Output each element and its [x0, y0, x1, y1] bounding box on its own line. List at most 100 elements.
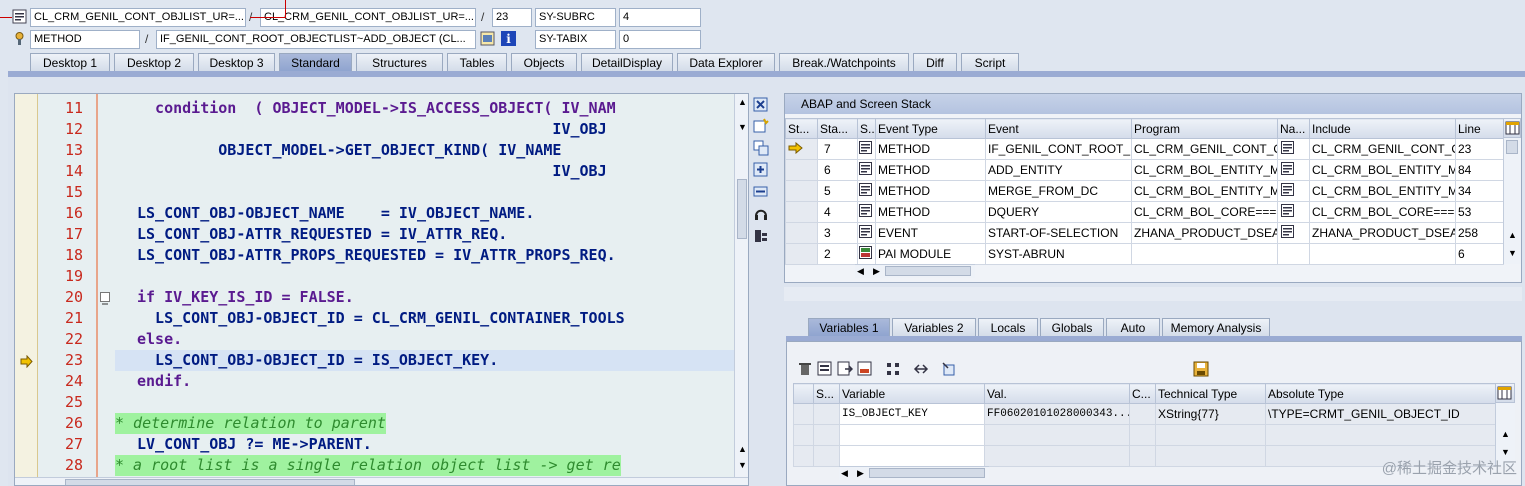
navigate-icon[interactable]: [1281, 141, 1294, 157]
var-tab-globals[interactable]: Globals: [1040, 318, 1104, 337]
scroll-left-arrow[interactable]: ◀: [841, 468, 848, 479]
variables-column-header[interactable]: S...: [813, 383, 840, 404]
code-vertical-scrollbar[interactable]: ▲ ▼ ▲ ▼: [734, 94, 748, 477]
stack-navigate-cell[interactable]: [1277, 201, 1310, 223]
code-line[interactable]: 15: [15, 182, 748, 203]
stack-column-header[interactable]: St...: [785, 118, 818, 139]
variables-column-header[interactable]: Absolute Type: [1265, 383, 1496, 404]
tab-desktop-2[interactable]: Desktop 2: [114, 53, 194, 72]
row-selector[interactable]: [793, 445, 814, 467]
stack-row[interactable]: 3 EVENT START-OF-SELECTION ZHANA_PRODUCT_DS…: [785, 222, 1504, 244]
code-line[interactable]: 26 * determine relation to parent: [15, 413, 748, 434]
pointer-tool-icon[interactable]: [941, 361, 957, 377]
var-tab-locals[interactable]: Locals: [978, 318, 1038, 337]
code-line[interactable]: 17 LS_CONT_OBJ-ATTR_REQUESTED = IV_ATTR_R…: [15, 224, 748, 245]
navigate-icon[interactable]: [1281, 225, 1294, 241]
scroll-thumb[interactable]: [869, 468, 985, 478]
stack-navigate-cell[interactable]: [1277, 159, 1310, 181]
tab-detaildisplay[interactable]: DetailDisplay: [581, 53, 673, 72]
stack-column-header[interactable]: Line: [1455, 118, 1504, 139]
code-line[interactable]: 20 if IV_KEY_IS_ID = FALSE.: [15, 287, 748, 308]
row-selector[interactable]: [793, 403, 814, 425]
fold-toggle-icon[interactable]: [100, 292, 110, 305]
code-line[interactable]: 19: [15, 266, 748, 287]
navigate-icon[interactable]: [1281, 204, 1294, 220]
scroll-down-arrow[interactable]: ▼: [1501, 447, 1510, 457]
code-line[interactable]: 24 endif.: [15, 371, 748, 392]
code-line[interactable]: 12 IV_OBJ: [15, 119, 748, 140]
line-field[interactable]: 23: [492, 8, 532, 27]
swap-tool-icon[interactable]: [753, 140, 769, 156]
variables-horizontal-scrollbar[interactable]: ◀ ▶: [839, 466, 989, 480]
navigate-tool-icon[interactable]: [913, 361, 929, 377]
code-line[interactable]: 14 IV_OBJ: [15, 161, 748, 182]
event-name-field[interactable]: IF_GENIL_CONT_ROOT_OBJECTLIST~ADD_OBJECT…: [156, 30, 476, 49]
stack-navigate-cell[interactable]: [1277, 180, 1310, 202]
stack-row[interactable]: 6 METHOD ADD_ENTITY CL_CRM_BOL_ENTITY_M... C…: [785, 159, 1504, 181]
code-line[interactable]: 25: [15, 392, 748, 413]
code-horizontal-scrollbar[interactable]: [15, 477, 748, 485]
variable-value-cell[interactable]: [984, 445, 1130, 467]
stack-column-header[interactable]: S...: [857, 118, 876, 139]
scroll-down-arrow[interactable]: ▼: [738, 122, 747, 132]
hierarchy-tool-icon[interactable]: [885, 361, 901, 377]
variables-column-header[interactable]: C...: [1129, 383, 1156, 404]
source-code-editor[interactable]: 11 condition ( OBJECT_MODEL->IS_ACCESS_O…: [14, 93, 749, 486]
stack-navigate-cell[interactable]: [1277, 222, 1310, 244]
sysvar-value-field-1[interactable]: 4: [619, 8, 701, 27]
stack-row[interactable]: 2 PAI MODULE SYST-ABRUN 6: [785, 243, 1504, 265]
tab-desktop-1[interactable]: Desktop 1: [30, 53, 110, 72]
stack-row[interactable]: 7 METHOD IF_GENIL_CONT_ROOT_... CL_CRM_GENI…: [785, 138, 1504, 160]
event-type-field[interactable]: METHOD: [30, 30, 140, 49]
tab-desktop-3[interactable]: Desktop 3: [198, 53, 275, 72]
program-field[interactable]: CL_CRM_GENIL_CONT_OBJLIST_UR=...: [30, 8, 246, 27]
scroll-down-arrow[interactable]: ▼: [738, 460, 747, 470]
delete-icon[interactable]: [797, 361, 813, 377]
stack-column-header[interactable]: Program: [1131, 118, 1278, 139]
variable-value-cell[interactable]: [984, 424, 1130, 446]
scroll-down-arrow[interactable]: ▼: [1508, 248, 1517, 258]
scroll-up-arrow[interactable]: ▲: [738, 444, 747, 454]
save-icon[interactable]: [1193, 361, 1209, 377]
row-selector[interactable]: [793, 424, 814, 446]
stack-row[interactable]: 4 METHOD DQUERY CL_CRM_BOL_CORE====... CL_CR…: [785, 201, 1504, 223]
include-field[interactable]: CL_CRM_GENIL_CONT_OBJLIST_UR=...: [260, 8, 476, 27]
variables-column-header[interactable]: Technical Type: [1155, 383, 1266, 404]
tab-standard[interactable]: Standard: [279, 53, 352, 72]
navigate-icon[interactable]: [1281, 162, 1294, 178]
scroll-thumb[interactable]: [1506, 140, 1518, 154]
code-line[interactable]: 21 LS_CONT_OBJ-OBJECT_ID = CL_CRM_GENIL_…: [15, 308, 748, 329]
code-line[interactable]: 22 else.: [15, 329, 748, 350]
new-tool-icon[interactable]: [753, 118, 769, 134]
code-line[interactable]: 11 condition ( OBJECT_MODEL->IS_ACCESS_O…: [15, 98, 748, 119]
tab-data-explorer[interactable]: Data Explorer: [677, 53, 775, 72]
tab-diff[interactable]: Diff: [913, 53, 957, 72]
stack-column-header[interactable]: Event: [985, 118, 1132, 139]
stack-column-header[interactable]: Event Type: [875, 118, 986, 139]
scroll-up-arrow[interactable]: ▲: [1508, 230, 1517, 240]
variables-column-header[interactable]: Val.: [984, 383, 1130, 404]
tab-objects[interactable]: Objects: [511, 53, 577, 72]
tab-script[interactable]: Script: [961, 53, 1019, 72]
var-tab-variables-1[interactable]: Variables 1: [808, 318, 890, 337]
tools-icon[interactable]: [753, 228, 769, 244]
scroll-right-arrow[interactable]: ▶: [857, 468, 864, 479]
stack-column-header[interactable]: Include: [1309, 118, 1456, 139]
variable-value-cell[interactable]: FF06020101028000343...: [984, 403, 1130, 425]
import-tool-icon[interactable]: [857, 361, 873, 377]
pane-splitter[interactable]: [784, 287, 1522, 301]
info-icon[interactable]: i: [501, 31, 516, 46]
scroll-thumb[interactable]: [65, 479, 355, 485]
scroll-up-arrow[interactable]: ▲: [738, 97, 747, 107]
code-line[interactable]: 23 LS_CONT_OBJ-OBJECT_ID = IS_OBJECT_KEY…: [15, 350, 748, 371]
scroll-left-arrow[interactable]: ◀: [857, 266, 864, 277]
variables-row[interactable]: [793, 424, 1496, 446]
variable-name-cell[interactable]: IS_OBJECT_KEY: [839, 403, 985, 425]
tab-structures[interactable]: Structures: [356, 53, 443, 72]
var-tab-variables-2[interactable]: Variables 2: [892, 318, 976, 337]
stack-column-header[interactable]: Sta...: [817, 118, 858, 139]
code-line[interactable]: 13 OBJECT_MODEL->GET_OBJECT_KIND( IV_NAM…: [15, 140, 748, 161]
variable-name-cell[interactable]: [839, 424, 985, 446]
tab-tables[interactable]: Tables: [447, 53, 507, 72]
code-line[interactable]: 16 LS_CONT_OBJ-OBJECT_NAME = IV_OBJECT_NA…: [15, 203, 748, 224]
